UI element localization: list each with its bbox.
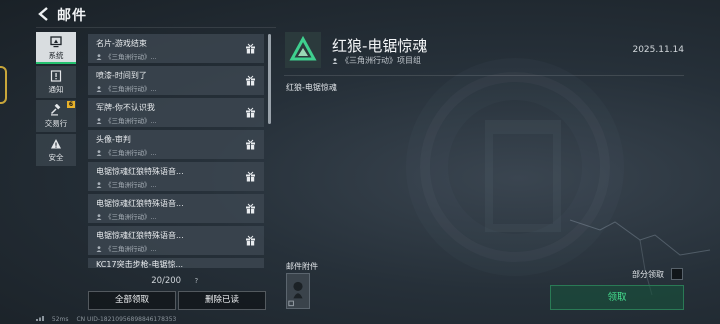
notice-icon bbox=[50, 69, 62, 82]
person-icon bbox=[96, 86, 102, 92]
person-icon bbox=[96, 118, 102, 124]
nav-item-notice[interactable]: 通知 bbox=[36, 66, 76, 98]
gift-icon bbox=[246, 235, 255, 246]
gavel-icon bbox=[50, 103, 61, 115]
mail-list-item[interactable]: 军牌-你不认识我 《三角洲行动》... bbox=[88, 98, 264, 127]
person-icon bbox=[96, 214, 102, 220]
mail-item-sender: 《三角洲行动》... bbox=[96, 211, 157, 221]
person-icon bbox=[332, 58, 338, 64]
mail-item-sender: 《三角洲行动》... bbox=[96, 243, 157, 253]
mail-item-sender-text: 《三角洲行动》... bbox=[105, 213, 157, 221]
mail-list-item[interactable]: 名片-游戏结束 《三角洲行动》... bbox=[88, 34, 264, 63]
mail-item-title: 电锯惊魂红狼特殊语音... bbox=[96, 199, 184, 208]
mail-list-item[interactable]: 电锯惊魂红狼特殊语音... 《三角洲行动》... bbox=[88, 226, 264, 255]
mail-title: 红狼-电锯惊魂 bbox=[332, 37, 428, 55]
mail-item-title: 名片-游戏结束 bbox=[96, 39, 147, 48]
mail-count: 20/200 bbox=[151, 276, 182, 286]
attachments-label: 邮件附件 bbox=[286, 262, 318, 271]
side-drawer-tab[interactable] bbox=[0, 66, 7, 104]
mail-item-sender: 《三角洲行动》... bbox=[96, 83, 157, 93]
mail-item-sender: 《三角洲行动》... bbox=[96, 147, 157, 157]
user-uid: CN UID-18210956898846178353 bbox=[76, 316, 177, 323]
nav-label-notice: 通知 bbox=[48, 84, 64, 94]
signal-icon bbox=[36, 316, 44, 321]
mail-item-sender: 《三角洲行动》... bbox=[96, 115, 157, 125]
mail-list-scrollbar[interactable] bbox=[268, 34, 271, 124]
partial-claim-label: 部分领取 bbox=[632, 270, 664, 279]
page-title: 邮件 bbox=[57, 8, 87, 24]
mail-date: 2025.11.14 bbox=[632, 45, 684, 55]
mail-list-item[interactable]: 电锯惊魂红狼特殊语音... 《三角洲行动》... bbox=[88, 162, 264, 191]
mail-item-sender-text: 《三角洲行动》... bbox=[105, 149, 157, 157]
warning-icon bbox=[51, 138, 61, 148]
nav-item-trade[interactable]: 交易行 6 bbox=[36, 100, 76, 132]
person-icon bbox=[96, 54, 102, 60]
mail-list-item[interactable]: 电锯惊魂红狼特殊语音... 《三角洲行动》... bbox=[88, 194, 264, 223]
mail-sender: 《三角洲行动》项目组 bbox=[332, 55, 421, 66]
nav-item-security[interactable]: 安全 bbox=[36, 134, 76, 166]
trade-count-badge: 6 bbox=[66, 101, 75, 108]
status-bar: 52ms CN UID-18210956898846178353 bbox=[36, 315, 182, 323]
mail-list-item[interactable]: 头像-审判 《三角洲行动》... bbox=[88, 130, 264, 159]
mail-item-title: 喷漆-时间到了 bbox=[96, 71, 147, 80]
mail-body: 红狼-电锯惊魂 bbox=[286, 83, 337, 92]
mail-item-sender-text: 《三角洲行动》... bbox=[105, 85, 157, 93]
back-arrow-icon[interactable] bbox=[36, 6, 50, 22]
ping-value: 52ms bbox=[51, 316, 69, 323]
mail-sender-text: 《三角洲行动》项目组 bbox=[341, 56, 421, 65]
mail-item-title: 电锯惊魂红狼特殊语音... bbox=[96, 167, 184, 176]
nav-label-trade: 交易行 bbox=[44, 118, 68, 128]
header: 邮件 bbox=[0, 0, 720, 30]
nav-label-security: 安全 bbox=[48, 152, 64, 162]
mail-list-item[interactable]: KC17突击步枪-电锯惊... bbox=[88, 258, 264, 268]
header-divider bbox=[36, 27, 276, 28]
delete-read-button[interactable]: 删除已读 bbox=[178, 291, 266, 310]
gift-icon bbox=[246, 203, 255, 214]
mail-category-nav: 系统 通知 交易行 6 安全 bbox=[36, 32, 76, 168]
attachment-item[interactable] bbox=[286, 273, 310, 309]
mail-item-title: KC17突击步枪-电锯惊... bbox=[96, 260, 184, 268]
partial-claim-checkbox[interactable] bbox=[671, 268, 683, 280]
mail-item-title: 军牌-你不认识我 bbox=[96, 103, 155, 112]
help-icon[interactable]: ? bbox=[192, 277, 201, 286]
nav-item-system[interactable]: 系统 bbox=[36, 32, 76, 64]
mail-item-sender-text: 《三角洲行动》... bbox=[105, 245, 157, 253]
mail-count-row: 20/200 ? bbox=[88, 276, 264, 288]
mail-item-title: 电锯惊魂红狼特殊语音... bbox=[96, 231, 184, 240]
mail-list-item[interactable]: 喷漆-时间到了 《三角洲行动》... bbox=[88, 66, 264, 95]
claim-all-button[interactable]: 全部领取 bbox=[88, 291, 176, 310]
person-icon bbox=[96, 150, 102, 156]
claim-button[interactable]: 领取 bbox=[550, 285, 684, 310]
mail-item-title: 头像-审判 bbox=[96, 135, 131, 144]
gift-icon bbox=[246, 75, 255, 86]
person-icon bbox=[96, 246, 102, 252]
detail-divider bbox=[284, 75, 684, 76]
mail-item-sender: 《三角洲行动》... bbox=[96, 51, 157, 61]
mail-item-sender-text: 《三角洲行动》... bbox=[105, 117, 157, 125]
mail-item-sender-text: 《三角洲行动》... bbox=[105, 181, 157, 189]
mail-list[interactable]: 名片-游戏结束 《三角洲行动》... 喷漆-时间到了 《三角洲行动》... 军牌… bbox=[88, 34, 264, 268]
mail-item-sender: 《三角洲行动》... bbox=[96, 179, 157, 189]
triangle-logo-icon bbox=[285, 32, 321, 68]
nav-label-system: 系统 bbox=[48, 50, 64, 60]
monitor-icon bbox=[50, 35, 62, 47]
gift-icon bbox=[246, 139, 255, 150]
gift-icon bbox=[246, 171, 255, 182]
gift-icon bbox=[246, 43, 255, 54]
gift-icon bbox=[246, 107, 255, 118]
mail-item-sender-text: 《三角洲行动》... bbox=[105, 53, 157, 61]
person-icon bbox=[96, 182, 102, 188]
